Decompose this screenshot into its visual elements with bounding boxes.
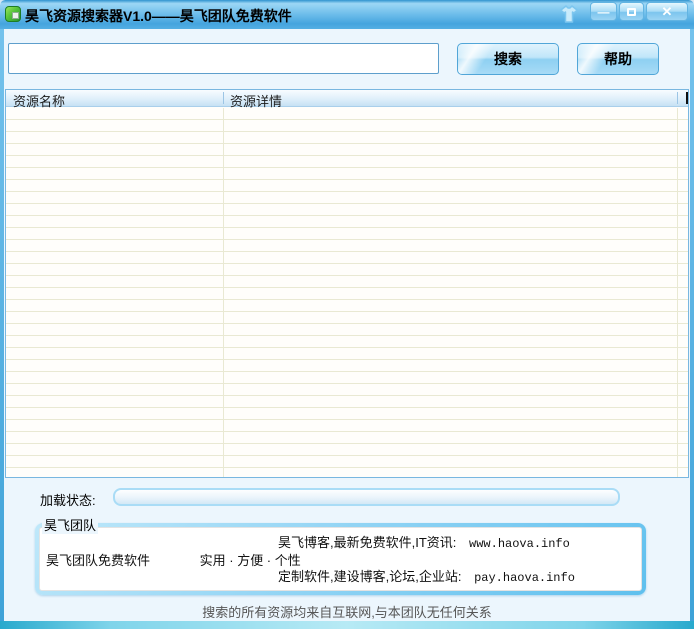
shirt-icon <box>557 4 581 25</box>
window-title: 昊飞资源搜索器V1.0——昊飞团队免费软件 <box>25 6 292 26</box>
resource-listview: 资源名称 资源详情 <box>5 89 689 478</box>
minimize-button[interactable]: — <box>590 2 617 21</box>
maximize-button[interactable] <box>619 2 644 21</box>
skin-change-button[interactable] <box>557 4 581 25</box>
list-header: 资源名称 资源详情 <box>6 90 688 107</box>
team-blog-url: www.haova.info <box>469 537 570 551</box>
app-icon-inner-square <box>12 12 19 19</box>
minimize-icon: — <box>598 5 610 19</box>
grid-vline <box>677 108 678 477</box>
team-name-text: 昊飞团队免费软件 <box>46 553 150 568</box>
app-window: 昊飞资源搜索器V1.0——昊飞团队免费软件 — ✕ 搜索 帮助 资源名称 资源详… <box>0 0 694 629</box>
grid-vline <box>223 108 224 477</box>
progress-bar <box>113 488 620 506</box>
team-groupbox-panel: 昊飞博客,最新免费软件,IT资讯: www.haova.info 昊飞团队免费软… <box>39 527 642 591</box>
team-blog-line: 昊飞博客,最新免费软件,IT资讯: www.haova.info <box>278 532 570 551</box>
team-groupbox: 昊飞博客,最新免费软件,IT资讯: www.haova.info 昊飞团队免费软… <box>35 523 646 595</box>
team-slogan-line: 昊飞团队免费软件 实用 · 方便 · 个性 <box>46 550 301 569</box>
column-separator[interactable] <box>677 92 678 104</box>
search-button[interactable]: 搜索 <box>457 43 559 75</box>
close-icon: ✕ <box>662 4 673 20</box>
window-border-left <box>0 29 4 621</box>
maximize-icon <box>627 8 636 16</box>
help-button[interactable]: 帮助 <box>577 43 659 75</box>
window-border-right <box>690 29 694 621</box>
column-separator[interactable] <box>223 92 224 104</box>
team-business-text: 定制软件,建设博客,论坛,企业站: <box>278 569 461 584</box>
window-border-bottom <box>0 621 694 629</box>
team-business-url: pay.haova.info <box>474 571 575 585</box>
app-icon[interactable] <box>5 6 21 22</box>
disclaimer-text: 搜索的所有资源均来自互联网,与本团队无任何关系 <box>0 602 694 621</box>
team-blog-text: 昊飞博客,最新免费软件,IT资讯: <box>278 535 456 550</box>
scrollbar-thumb[interactable] <box>686 92 688 104</box>
team-business-line: 定制软件,建设博客,论坛,企业站: pay.haova.info <box>278 566 575 585</box>
list-body[interactable] <box>6 108 688 477</box>
search-input[interactable] <box>8 43 439 74</box>
loading-status-label: 加载状态: <box>40 490 96 509</box>
title-bar: 昊飞资源搜索器V1.0——昊飞团队免费软件 — ✕ <box>0 0 694 29</box>
team-groupbox-label: 昊飞团队 <box>42 515 98 534</box>
close-button[interactable]: ✕ <box>646 2 688 21</box>
